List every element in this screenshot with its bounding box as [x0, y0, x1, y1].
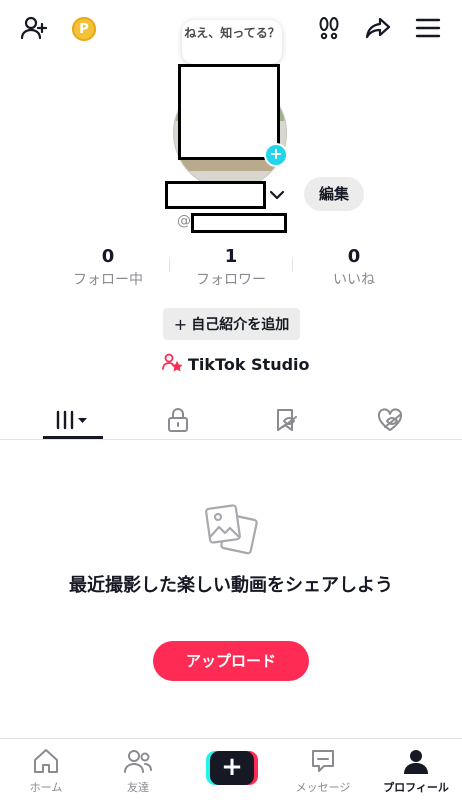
- nav-friends[interactable]: 友達: [92, 739, 184, 800]
- stat-divider: [169, 258, 170, 272]
- add-story-icon[interactable]: +: [264, 143, 288, 167]
- footprints-icon[interactable]: [313, 12, 345, 44]
- following-count: 0: [101, 246, 115, 267]
- studio-label: TikTok Studio: [188, 354, 310, 374]
- nav-messages-label: メッセージ: [295, 781, 351, 794]
- nav-profile[interactable]: プロフィール: [370, 739, 462, 800]
- add-bio-button[interactable]: + 自己紹介を追加: [163, 308, 300, 340]
- avatar-redaction: [178, 64, 280, 160]
- liked-icon[interactable]: [360, 400, 420, 439]
- likes-count: 0: [347, 246, 361, 267]
- bottom-nav: ホーム 友達 + メッセージ プロフィール: [0, 738, 462, 800]
- menu-icon[interactable]: [412, 12, 444, 44]
- nav-profile-label: プロフィール: [383, 781, 449, 794]
- followers-count: 1: [224, 246, 238, 267]
- active-tab-indicator: [43, 436, 103, 439]
- favorites-icon[interactable]: [256, 400, 316, 439]
- message-icon: [277, 747, 369, 775]
- coin-icon[interactable]: P: [72, 17, 96, 41]
- following-stat[interactable]: 0 フォロー中: [53, 245, 163, 290]
- profile-avatar[interactable]: +: [171, 64, 291, 190]
- add-friend-icon[interactable]: [18, 12, 50, 44]
- profile-tabs: [0, 400, 462, 440]
- empty-state-title: 最近撮影した楽しい動画をシェアしよう: [69, 575, 393, 596]
- friends-icon: [92, 747, 184, 775]
- edit-profile-button[interactable]: 編集: [304, 177, 364, 211]
- upload-button[interactable]: アップロード: [153, 641, 309, 681]
- create-plus-icon[interactable]: +: [206, 751, 258, 785]
- likes-label: いいね: [333, 272, 375, 288]
- tiktok-studio-link[interactable]: TikTok Studio: [162, 352, 310, 376]
- followers-label: フォロワー: [196, 272, 266, 288]
- chevron-down-icon[interactable]: [268, 187, 286, 206]
- note-bubble[interactable]: ねえ、知ってる？: [182, 20, 282, 64]
- stat-divider: [292, 258, 293, 272]
- photos-icon: [204, 503, 260, 563]
- add-bio-label: 自己紹介を追加: [191, 317, 290, 333]
- plus-icon: +: [173, 314, 188, 334]
- studio-icon: [162, 352, 183, 376]
- nav-home-label: ホーム: [29, 781, 63, 794]
- private-lock-icon[interactable]: [148, 400, 208, 439]
- nav-friends-label: 友達: [127, 781, 149, 794]
- nav-messages[interactable]: メッセージ: [277, 739, 369, 800]
- display-name-redacted: [165, 181, 266, 209]
- nav-home[interactable]: ホーム: [0, 739, 92, 800]
- videos-tab-icon[interactable]: [43, 400, 103, 439]
- likes-stat[interactable]: 0 いいね: [299, 245, 409, 290]
- username-at: @: [177, 213, 191, 229]
- following-label: フォロー中: [73, 272, 143, 288]
- home-icon: [0, 747, 92, 775]
- share-icon[interactable]: [362, 12, 394, 44]
- followers-stat[interactable]: 1 フォロワー: [176, 245, 286, 290]
- profile-icon: [370, 747, 462, 775]
- username-redacted: [191, 213, 287, 233]
